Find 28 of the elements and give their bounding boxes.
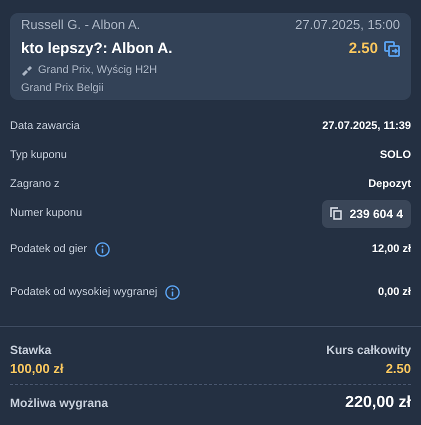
event-teams: Russell G. - Albon A.	[21, 16, 140, 34]
event-datetime: 27.07.2025, 15:00	[295, 16, 400, 34]
detail-label: Typ kuponu	[10, 148, 67, 164]
odds-value: 2.50	[348, 38, 378, 58]
selection-text: kto lepszy?: Albon A.	[21, 38, 172, 58]
total-odds-value: 2.50	[386, 360, 411, 378]
coupon-number-button[interactable]: 239 604 4	[322, 200, 411, 228]
possible-win-value: 220,00 zł	[345, 392, 411, 412]
copy-icon	[330, 207, 342, 220]
detail-label: Numer kuponu	[10, 206, 82, 222]
detail-value: 0,00 zł	[378, 285, 411, 300]
possible-win-label: Możliwa wygrana	[10, 394, 108, 412]
detail-label: Zagrano z	[10, 177, 60, 192]
detail-value: Depozyt	[368, 177, 411, 192]
swap-icon[interactable]	[384, 40, 400, 57]
detail-value: 12,00 zł	[372, 242, 411, 258]
competition-text: Grand Prix Belgii	[21, 80, 105, 96]
market-text: Grand Prix, Wyścig H2H	[38, 63, 158, 78]
info-icon[interactable]	[165, 285, 180, 300]
total-odds-label: Kurs całkowity	[326, 342, 411, 359]
detail-label: Podatek od wysokiej wygranej	[10, 285, 158, 300]
detail-label: Podatek od gier	[10, 242, 88, 258]
detail-label: Data zawarcia	[10, 119, 80, 134]
stake-value: 100,00 zł	[10, 360, 64, 378]
info-icon[interactable]	[95, 242, 110, 257]
detail-value: SOLO	[380, 148, 411, 164]
detail-value: 27.07.2025, 11:39	[322, 119, 411, 134]
stake-label: Stawka	[10, 342, 52, 359]
